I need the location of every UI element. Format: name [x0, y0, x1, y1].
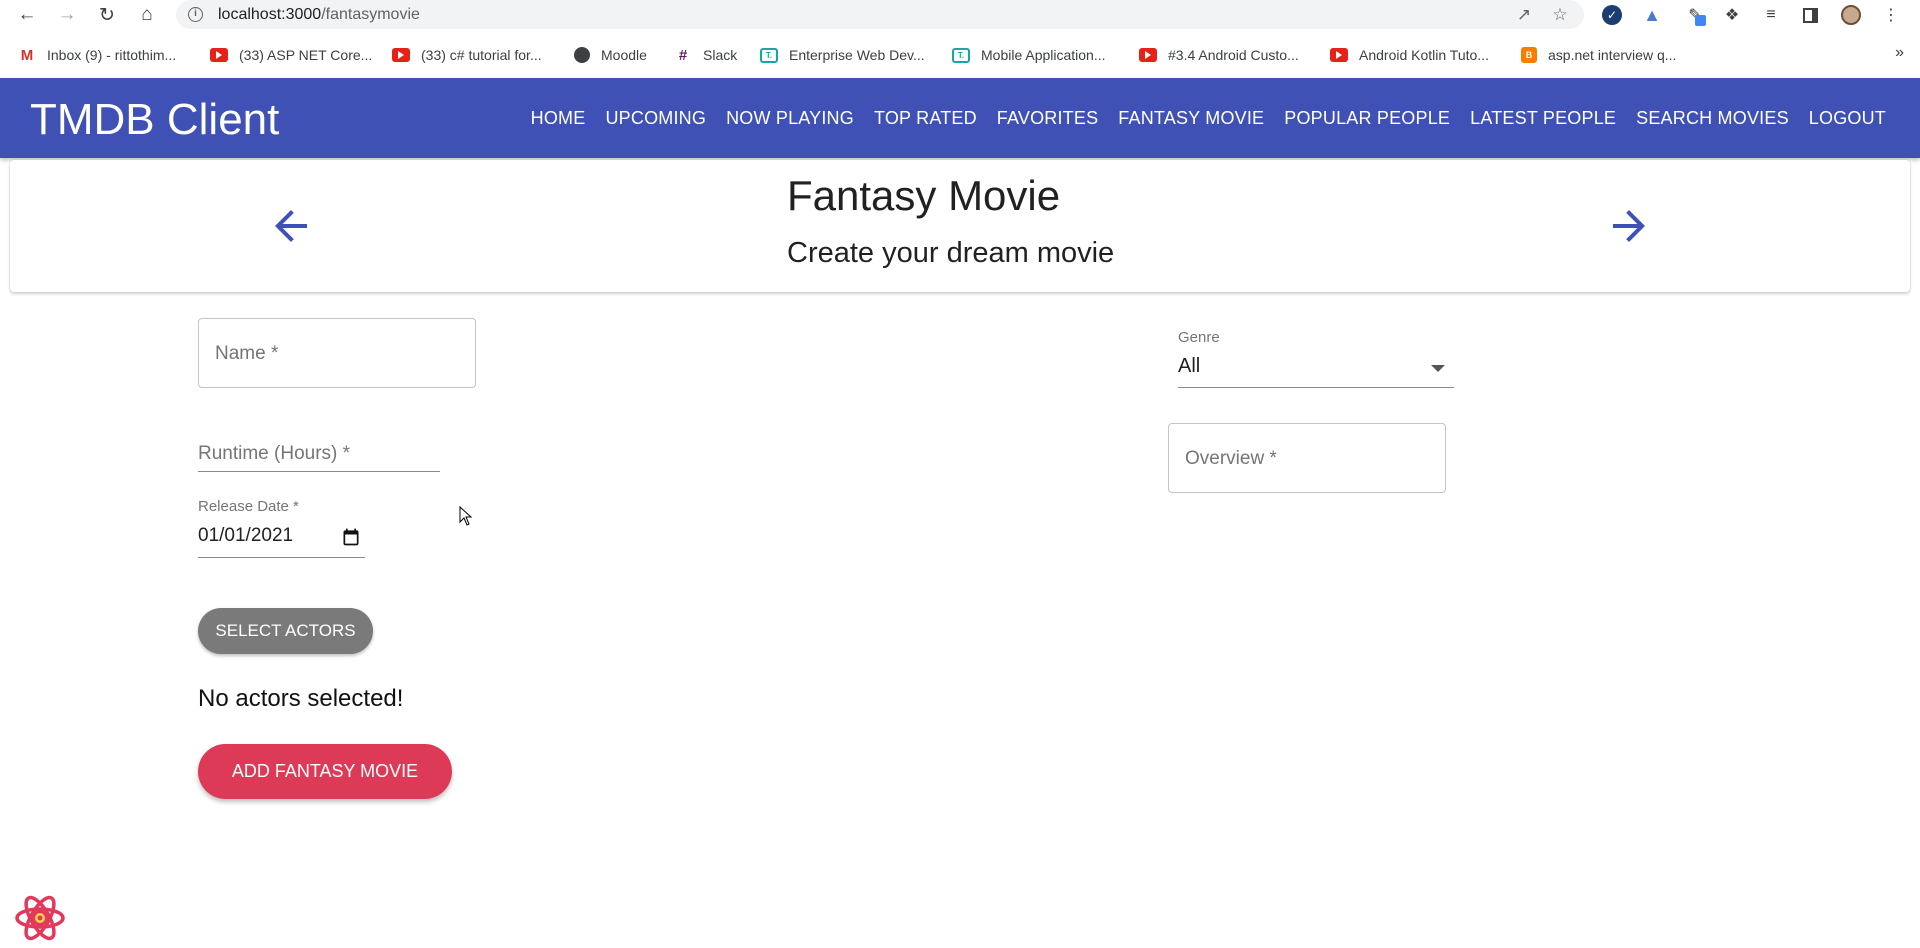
release-date-label: Release Date * [198, 498, 299, 515]
reading-list-icon[interactable]: ≡ [1760, 4, 1782, 26]
globe-icon [574, 47, 590, 63]
menu-kebab-icon[interactable]: ⋮ [1880, 4, 1902, 26]
nav-popular-people[interactable]: POPULAR PEOPLE [1274, 102, 1460, 135]
runtime-placeholder: Runtime (Hours) * [198, 443, 351, 464]
address-bar[interactable]: i localhost:3000/fantasymovie ↗ ☆ [176, 0, 1584, 29]
overview-placeholder: Overview * [1185, 448, 1277, 469]
mouse-cursor-icon [459, 506, 473, 526]
bookmark-item[interactable]: M Inbox (9) - rittothim... [18, 45, 176, 65]
bookmark-label: Inbox (9) - rittothim... [47, 47, 177, 63]
main-nav: HOME UPCOMING NOW PLAYING TOP RATED FAVO… [521, 78, 1896, 158]
url-path: /fantasymovie [321, 6, 420, 23]
runtime-field[interactable]: Runtime (Hours) * [198, 430, 440, 472]
bookmark-item[interactable]: #3.4 Android Custo... [1139, 45, 1299, 65]
nav-upcoming[interactable]: UPCOMING [595, 102, 716, 135]
extensions-puzzle-icon[interactable]: ❖ [1721, 4, 1743, 26]
blogger-icon: B [1521, 47, 1537, 63]
nav-logout[interactable]: LOGOUT [1799, 102, 1896, 135]
arrow-forward-icon[interactable] [1605, 202, 1653, 250]
react-devtools-icon[interactable] [14, 894, 66, 942]
bookmark-item[interactable]: (33) ASP NET Core... [210, 45, 372, 65]
chevron-down-icon [1431, 365, 1445, 372]
nav-favorites[interactable]: FAVORITES [987, 102, 1109, 135]
url-text[interactable]: localhost:3000/fantasymovie [218, 6, 420, 24]
nav-top-rated[interactable]: TOP RATED [864, 102, 987, 135]
bookmark-item[interactable]: (33) c# tutorial for... [392, 45, 542, 65]
genre-label: Genre [1178, 329, 1220, 346]
extension-graduation-icon[interactable]: ▲ [1641, 4, 1663, 26]
nav-search-movies[interactable]: SEARCH MOVIES [1626, 102, 1799, 135]
bookmarks-bar: M Inbox (9) - rittothim... (33) ASP NET C… [0, 38, 1920, 72]
back-icon[interactable]: ← [14, 2, 40, 28]
browser-toolbar: ← → ↻ ⌂ i localhost:3000/fantasymovie ↗ … [0, 0, 1920, 30]
name-placeholder: Name * [215, 343, 279, 364]
teachable-icon: T. [760, 47, 778, 63]
youtube-icon [1139, 48, 1157, 62]
nav-now-playing[interactable]: NOW PLAYING [716, 102, 864, 135]
genre-select[interactable]: All [1178, 346, 1454, 388]
youtube-icon [210, 48, 228, 62]
release-date-field[interactable]: 01/01/2021 [198, 516, 365, 558]
profile-avatar[interactable] [1840, 4, 1862, 26]
bookmark-label: (33) ASP NET Core... [239, 47, 373, 63]
bookmark-item[interactable]: # Slack [674, 45, 737, 65]
add-fantasy-movie-button[interactable]: ADD FANTASY MOVIE [198, 744, 452, 799]
extension-check-icon[interactable]: ✓ [1601, 4, 1623, 26]
bookmark-star-icon[interactable]: ☆ [1550, 5, 1570, 25]
bookmark-item[interactable]: T. Mobile Application... [952, 45, 1106, 65]
bookmark-label: #3.4 Android Custo... [1168, 47, 1299, 63]
bookmark-item[interactable]: Android Kotlin Tuto... [1330, 45, 1489, 65]
app-brand[interactable]: TMDB Client [30, 95, 279, 145]
name-field[interactable]: Name * [198, 318, 476, 388]
calendar-icon[interactable] [341, 527, 361, 547]
page-title: Fantasy Movie [787, 172, 1061, 219]
nav-latest-people[interactable]: LATEST PEOPLE [1460, 102, 1626, 135]
teachable-icon: T. [952, 47, 970, 63]
release-date-value: 01/01/2021 [198, 525, 294, 546]
bookmark-item[interactable]: Moodle [574, 45, 647, 65]
bookmark-label: (33) c# tutorial for... [421, 47, 542, 63]
youtube-icon [1330, 48, 1348, 62]
bookmark-label: Moodle [601, 47, 647, 63]
nav-home[interactable]: HOME [521, 102, 596, 135]
home-icon[interactable]: ⌂ [134, 2, 160, 28]
no-actors-text: No actors selected! [198, 685, 404, 712]
share-icon[interactable]: ↗ [1514, 5, 1534, 25]
reload-icon[interactable]: ↻ [94, 2, 120, 28]
bookmark-label: Android Kotlin Tuto... [1359, 47, 1489, 63]
bookmark-label: asp.net interview q... [1548, 47, 1677, 63]
site-info-icon[interactable]: i [188, 7, 203, 22]
arrow-back-icon[interactable] [267, 202, 315, 250]
select-actors-button[interactable]: SELECT ACTORS [198, 608, 373, 654]
slack-icon: # [678, 46, 688, 64]
bookmark-label: Slack [703, 47, 738, 63]
bookmark-label: Mobile Application... [981, 47, 1106, 63]
bookmark-item[interactable]: Basp.net interview q... [1521, 45, 1676, 65]
nav-fantasy-movie[interactable]: FANTASY MOVIE [1108, 102, 1274, 135]
page-header-card: Fantasy Movie Create your dream movie [10, 160, 1910, 292]
page-subtitle: Create your dream movie [787, 237, 1115, 269]
url-host: localhost:3000 [218, 6, 322, 23]
bookmark-item[interactable]: T. Enterprise Web Dev... [760, 45, 925, 65]
bookmark-label: Enterprise Web Dev... [789, 47, 925, 63]
overview-field[interactable]: Overview * [1168, 423, 1446, 493]
side-panel-icon[interactable] [1799, 4, 1821, 26]
app-bar: TMDB Client HOME UPCOMING NOW PLAYING TO… [0, 78, 1920, 158]
more-bookmarks-icon[interactable]: » [1895, 44, 1904, 62]
extension-pen-icon[interactable]: ✎ [1684, 4, 1706, 26]
youtube-icon [392, 48, 410, 62]
forward-icon[interactable]: → [54, 2, 80, 28]
genre-value: All [1178, 355, 1201, 377]
gmail-icon: M [20, 46, 34, 64]
